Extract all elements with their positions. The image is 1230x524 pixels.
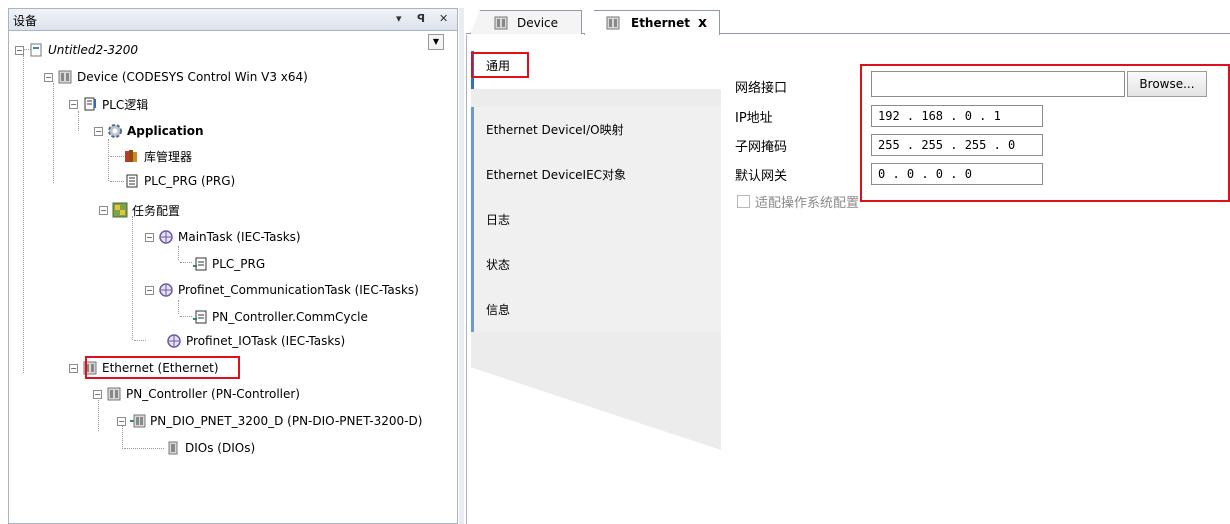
collapse-icon[interactable]: − [99, 205, 108, 215]
tree-item-label: PN_DIO_PNET_3200_D (PN-DIO-PNET-3200-D) [150, 414, 423, 428]
panel-close-button[interactable]: ✕ [439, 12, 448, 25]
device-icon [493, 15, 509, 31]
tab-ethernet[interactable]: Ethernet x [584, 10, 720, 35]
chevron-down-icon[interactable]: ▼ [428, 34, 444, 50]
tree-item-label: PN_Controller (PN-Controller) [126, 387, 300, 401]
side-tab-list: 通用 Ethernet DeviceI/O映射 Ethernet DeviceI… [471, 51, 721, 524]
collapse-icon[interactable]: − [93, 389, 102, 399]
collapse-icon[interactable]: − [15, 45, 24, 55]
tree-item-label: PN_Controller.CommCycle [212, 310, 368, 324]
collapse-icon[interactable]: − [44, 72, 53, 82]
tree-item-label: PLC逻辑 [102, 97, 149, 112]
program-icon [124, 173, 140, 189]
adapt-os-config-label: 适配操作系统配置 [755, 196, 860, 211]
collapse-icon[interactable]: − [69, 363, 78, 373]
side-tab-label: Ethernet DeviceI/O映射 [486, 123, 624, 137]
side-tab-iec-objects[interactable]: Ethernet DeviceIEC对象 [471, 152, 721, 197]
tree-item-label: DIOs (DIOs) [185, 441, 256, 455]
tree-item-dios[interactable]: DIOs (DIOs) [165, 439, 255, 457]
device-icon [106, 386, 122, 402]
adapt-os-config-checkbox[interactable] [737, 195, 750, 208]
side-tab-log[interactable]: 日志 [471, 197, 721, 242]
tree-item-application[interactable]: − Application [94, 122, 204, 140]
program-call-icon [192, 256, 208, 272]
task-icon [158, 282, 174, 298]
tree-item-library-manager[interactable]: 库管理器 [124, 147, 192, 165]
panel-menu-button[interactable]: ▾ [396, 12, 402, 25]
side-tab-label: Ethernet DeviceIEC对象 [486, 168, 627, 182]
tab-label: Ethernet [631, 16, 690, 30]
highlight-box-ethernet [85, 356, 240, 379]
tree-item-label: PLC_PRG [212, 257, 266, 271]
close-icon[interactable]: x [698, 15, 707, 31]
network-interface-label: 网络接口 [735, 81, 788, 96]
tree-item-comm-task[interactable]: − Profinet_CommunicationTask (IEC-Tasks) [145, 281, 419, 299]
side-tab-info[interactable]: 信息 [471, 287, 721, 332]
tree-item-io-task[interactable]: Profinet_IOTask (IEC-Tasks) [166, 332, 345, 350]
editor-body: 通用 Ethernet DeviceI/O映射 Ethernet DeviceI… [466, 35, 1230, 524]
tree-item-pn-dio[interactable]: − PN_DIO_PNET_3200_D (PN-DIO-PNET-3200-D… [117, 412, 422, 430]
tree-item-label: Untitled2-3200 [48, 43, 138, 57]
project-icon [28, 42, 44, 58]
gear-icon [107, 123, 123, 139]
tree-item-comm-task-call[interactable]: PN_Controller.CommCycle [192, 308, 368, 326]
tree-item-label: Device (CODESYS Control Win V3 x64) [77, 70, 308, 84]
collapse-icon[interactable]: − [145, 285, 154, 295]
collapse-icon[interactable]: − [69, 99, 78, 109]
plc-logic-icon [82, 96, 98, 112]
editor-area: Device Ethernet x 通用 Ethernet DeviceI/O映… [466, 8, 1230, 524]
tree-item-main-task-call[interactable]: PLC_PRG [192, 255, 265, 273]
tree-item-label: PLC_PRG (PRG) [144, 174, 236, 188]
tree-item-plc-prg[interactable]: PLC_PRG (PRG) [124, 172, 235, 190]
tree-item-project[interactable]: − Untitled2-3200 [15, 41, 138, 59]
tab-device[interactable]: Device [470, 10, 582, 34]
library-icon [124, 148, 140, 164]
panel-pin-button[interactable]: ꟼ [417, 12, 425, 25]
io-device-icon [130, 413, 146, 429]
tree-item-pn-controller[interactable]: − PN_Controller (PN-Controller) [93, 385, 300, 403]
task-icon [158, 229, 174, 245]
tree-item-label: MainTask (IEC-Tasks) [178, 230, 301, 244]
program-call-icon [192, 309, 208, 325]
tree-item-main-task[interactable]: − MainTask (IEC-Tasks) [145, 228, 301, 246]
subnet-mask-label: 子网掩码 [735, 140, 788, 155]
tree-item-label: Profinet_IOTask (IEC-Tasks) [186, 334, 346, 348]
devices-panel-header: 设备 ▾ ꟼ ✕ [9, 9, 457, 31]
document-tab-strip: Device Ethernet x [466, 8, 1230, 35]
collapse-icon[interactable]: − [117, 416, 126, 426]
panel-splitter[interactable] [459, 8, 464, 524]
task-icon [166, 333, 182, 349]
collapse-icon[interactable]: − [145, 232, 154, 242]
default-gateway-label: 默认网关 [735, 169, 788, 184]
highlight-box-general-tab [471, 52, 529, 78]
tree-item-label: Application [127, 124, 204, 138]
side-tab-label: 状态 [486, 258, 511, 272]
side-tab-io-mapping[interactable]: Ethernet DeviceI/O映射 [471, 107, 721, 152]
side-tab-label: 信息 [486, 303, 511, 317]
tree-item-label: 库管理器 [144, 149, 193, 164]
tree-item-label: 任务配置 [132, 203, 181, 218]
module-icon [165, 440, 181, 456]
tree-item-task-config[interactable]: − 任务配置 [99, 201, 180, 219]
tree-item-device[interactable]: − Device (CODESYS Control Win V3 x64) [44, 68, 308, 86]
tree-item-label: Profinet_CommunicationTask (IEC-Tasks) [178, 283, 419, 297]
side-tab-status[interactable]: 状态 [471, 242, 721, 287]
tab-label: Device [517, 15, 559, 30]
side-tab-label: 日志 [486, 213, 511, 227]
tree-item-plc-logic[interactable]: − PLC逻辑 [69, 95, 148, 113]
collapse-icon[interactable]: − [94, 126, 103, 136]
highlight-box-network-fields [860, 64, 1230, 202]
ip-address-label: IP地址 [735, 111, 773, 126]
device-icon [57, 69, 73, 85]
task-config-icon [112, 202, 128, 218]
panel-title: 设备 [13, 14, 38, 28]
device-icon [605, 15, 621, 31]
